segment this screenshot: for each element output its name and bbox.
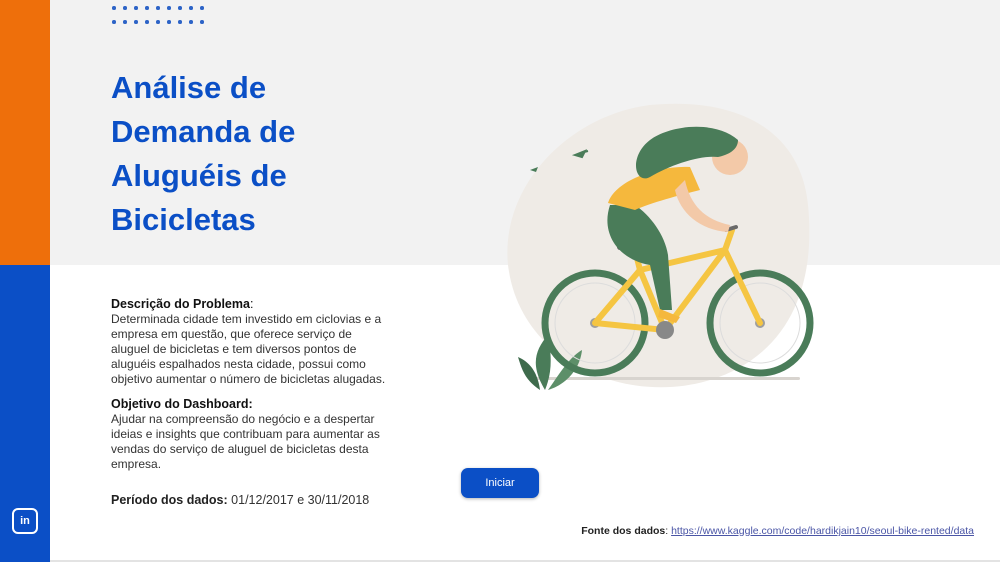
- orange-accent-bar: [0, 0, 50, 265]
- start-button[interactable]: Iniciar: [461, 468, 539, 498]
- objective-heading-line: Objetivo do Dashboard:: [111, 397, 391, 412]
- problem-block: Descrição do Problema: Determinada cidad…: [111, 297, 391, 387]
- cyclist-illustration: [507, 103, 814, 390]
- data-source: Fonte dos dados: https://www.kaggle.com/…: [581, 525, 974, 537]
- period-value: 01/12/2017 e 30/11/2018: [231, 493, 370, 507]
- problem-heading-line: Descrição do Problema:: [111, 297, 391, 312]
- source-colon: :: [665, 525, 669, 537]
- ground-line: [530, 377, 800, 380]
- objective-text: Ajudar na compreensão do negócio e a des…: [111, 412, 380, 471]
- data-period: Período dos dados: 01/12/2017 e 30/11/20…: [111, 493, 369, 507]
- decorative-dots: [112, 6, 212, 26]
- objective-block: Objetivo do Dashboard: Ajudar na compree…: [111, 397, 391, 472]
- problem-text: Determinada cidade tem investido em cicl…: [111, 312, 386, 386]
- page-title: Análise de Demanda de Aluguéis de Bicicl…: [111, 66, 431, 242]
- period-label: Período dos dados:: [111, 493, 228, 507]
- description-section: Descrição do Problema: Determinada cidad…: [111, 297, 391, 482]
- source-label: Fonte dos dados: [581, 525, 666, 537]
- title-line-4: Bicicletas: [111, 202, 256, 237]
- title-line-3: Aluguéis de: [111, 158, 287, 193]
- linkedin-icon[interactable]: in: [12, 508, 38, 534]
- source-link[interactable]: https://www.kaggle.com/code/hardikjain10…: [671, 525, 974, 537]
- objective-heading: Objetivo do Dashboard:: [111, 397, 253, 411]
- title-line-2: Demanda de: [111, 114, 296, 149]
- problem-heading-colon: :: [249, 297, 254, 311]
- pedal-crank: [656, 321, 674, 339]
- problem-heading: Descrição do Problema: [111, 297, 250, 311]
- title-line-1: Análise de: [111, 70, 267, 105]
